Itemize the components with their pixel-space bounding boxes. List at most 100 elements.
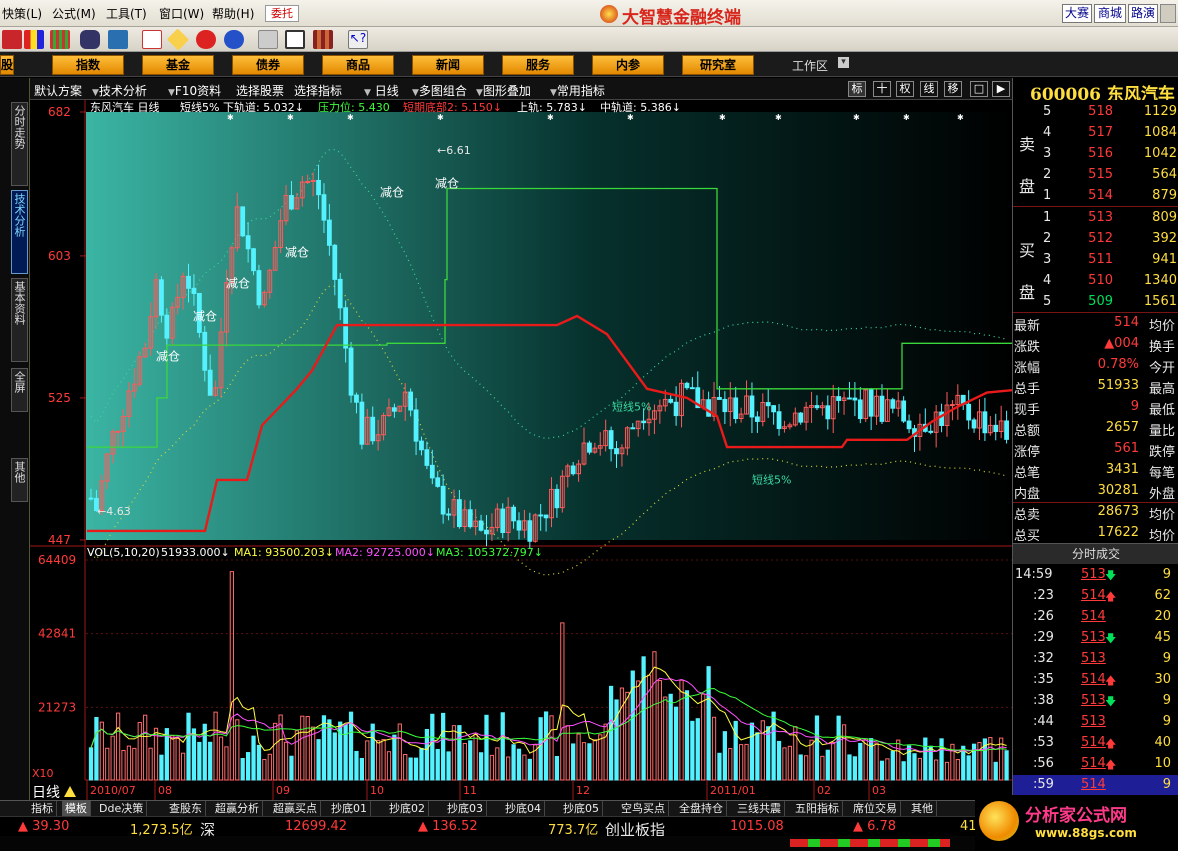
f10-dropdown[interactable]: ▼F10资料 (168, 82, 221, 99)
tick-row[interactable]: :53 514 🡅 40 (1013, 733, 1178, 754)
bottom-tab[interactable]: 全盘持仓 (676, 801, 727, 817)
flag-icon[interactable] (24, 30, 44, 49)
sell-row[interactable]: 4 517 1084 (1013, 123, 1178, 144)
stat-row[interactable]: 涨停 561 跌停 (1013, 439, 1178, 460)
workarea-dropdown-icon[interactable]: ▾ (838, 57, 849, 68)
binoculars-icon[interactable] (80, 30, 100, 49)
tick-row[interactable]: :26 514 20 (1013, 607, 1178, 628)
bottom-tab[interactable]: 抄底03 (444, 801, 487, 817)
bottom-tab[interactable]: 五阳指标 (792, 801, 843, 817)
line-button[interactable]: 线 (920, 81, 938, 97)
stat-row[interactable]: 总额 2657 量比 (1013, 418, 1178, 439)
chart-area[interactable]: 682603525447 644094284121273 减仓减仓减仓减仓减仓减… (30, 100, 1012, 800)
bottom-tab[interactable]: 查股东 (166, 801, 206, 817)
help-pointer-icon[interactable]: ↖? (348, 30, 368, 49)
tab-fundamental[interactable]: 基本资料 (11, 278, 28, 362)
bars-icon[interactable] (50, 30, 70, 49)
news-icon[interactable] (142, 30, 162, 49)
tick-row[interactable]: :32 513 9 (1013, 649, 1178, 670)
bottom-tab[interactable]: 抄底05 (560, 801, 603, 817)
nav-insider[interactable]: 内参 (592, 55, 664, 75)
stat-row[interactable]: 涨幅 0.78% 今开 (1013, 355, 1178, 376)
broadcast-icon[interactable] (108, 30, 128, 49)
sell-row[interactable]: 3 516 1042 (1013, 144, 1178, 165)
stat-row[interactable]: 总笔 3431 每笔 (1013, 460, 1178, 481)
bottom-tab[interactable]: Dde决策 (96, 801, 148, 817)
scheme-dropdown[interactable]: 默认方案 (34, 82, 82, 99)
stat-row[interactable]: 涨跌 ▲004 换手 (1013, 334, 1178, 355)
diamond-icon[interactable] (166, 28, 190, 51)
bottom-tab[interactable]: 超赢分析 (212, 801, 263, 817)
overlay-dropdown[interactable]: ▼图形叠加 (476, 82, 531, 99)
tick-row[interactable]: :59 514 9 (1013, 775, 1178, 796)
buy-row[interactable]: 1 513 809 (1013, 208, 1178, 229)
buy-row[interactable]: 2 512 392 (1013, 229, 1178, 250)
books-icon[interactable] (313, 30, 333, 49)
stat-row[interactable]: 总买 17622 均价 (1013, 523, 1178, 544)
sell-row[interactable]: 1 514 879 (1013, 186, 1178, 207)
menu-formula[interactable]: 公式(M) (52, 5, 96, 22)
technical-dropdown[interactable]: ▼技术分析 (92, 82, 147, 99)
bottom-tab[interactable]: 模板 (62, 801, 91, 817)
clipboard-icon[interactable] (258, 30, 278, 49)
tab-technical[interactable]: 技术分析 (11, 190, 28, 274)
bottom-tab[interactable]: 三线共震 (734, 801, 785, 817)
stat-row[interactable]: 总卖 28673 均价 (1013, 502, 1178, 523)
nav-service[interactable]: 服务 (502, 55, 574, 75)
common-indicator-dropdown[interactable]: ▼常用指标 (550, 82, 605, 99)
window-control-icon[interactable] (1160, 4, 1176, 23)
menu-strategy[interactable]: 快策(L) (2, 5, 42, 22)
ticks-header[interactable]: 分时成交 (1013, 543, 1178, 564)
buy-row[interactable]: 5 509 1561 (1013, 292, 1178, 313)
bottom-tab[interactable]: 抄底01 (328, 801, 371, 817)
roadshow-button[interactable]: 路演 (1128, 4, 1158, 23)
menu-help[interactable]: 帮助(H) (212, 5, 254, 22)
tab-fullscreen[interactable]: 全屏 (11, 368, 28, 412)
stat-row[interactable]: 最新 514 均价 (1013, 313, 1178, 334)
bottom-tab[interactable]: 空鸟买点 (618, 801, 669, 817)
menu-window[interactable]: 窗口(W) (159, 5, 204, 22)
bottom-tab[interactable]: 席位交易 (850, 801, 901, 817)
multi-chart-dropdown[interactable]: ▼多图组合 (412, 82, 467, 99)
red-ball-icon[interactable] (196, 30, 216, 49)
stat-row[interactable]: 现手 9 最低 (1013, 397, 1178, 418)
nav-bond[interactable]: 债券 (232, 55, 304, 75)
tick-row[interactable]: :29 513 🡇 45 (1013, 628, 1178, 649)
buy-row[interactable]: 4 510 1340 (1013, 271, 1178, 292)
contest-button[interactable]: 大赛 (1062, 4, 1092, 23)
workarea-label[interactable]: 工作区 (792, 57, 828, 74)
sell-row[interactable]: 5 518 1129 (1013, 102, 1178, 123)
crosshair-icon[interactable]: 十 (873, 81, 891, 97)
menu-tools[interactable]: 工具(T) (106, 5, 147, 22)
bottom-tab[interactable]: 抄底02 (386, 801, 429, 817)
select-indicator-button[interactable]: 选择指标 (294, 82, 342, 99)
period-dropdown[interactable]: ▼ 日线 (364, 82, 399, 99)
tick-row[interactable]: :56 514 🡅 10 (1013, 754, 1178, 775)
bottom-tab[interactable]: 其他 (908, 801, 937, 817)
maximize-icon[interactable]: □ (970, 81, 988, 97)
window-icon[interactable] (285, 30, 305, 49)
bottom-tab[interactable]: 抄底04 (502, 801, 545, 817)
mall-button[interactable]: 商城 (1094, 4, 1126, 23)
tab-other[interactable]: 其他 (11, 458, 28, 502)
tab-intraday[interactable]: 分时走势 (11, 102, 28, 186)
entrust-button[interactable]: 委托 (265, 5, 299, 22)
tick-row[interactable]: 14:59 513 🡇 9 (1013, 565, 1178, 586)
bottom-tab[interactable]: 指标 (28, 801, 57, 817)
stat-row[interactable]: 总手 51933 最高 (1013, 376, 1178, 397)
power-icon[interactable] (2, 30, 22, 49)
rights-button[interactable]: 权 (896, 81, 914, 97)
sell-row[interactable]: 2 515 564 (1013, 165, 1178, 186)
tick-row[interactable]: :44 513 9 (1013, 712, 1178, 733)
blue-ball-icon[interactable] (224, 30, 244, 49)
tick-row[interactable]: :35 514 🡅 30 (1013, 670, 1178, 691)
next-icon[interactable]: ▶ (992, 81, 1010, 97)
select-stock-button[interactable]: 选择股票 (236, 82, 284, 99)
nav-index[interactable]: 指数 (52, 55, 124, 75)
nav-stock[interactable]: 股 (0, 55, 14, 75)
move-button[interactable]: 移 (944, 81, 962, 97)
nav-research[interactable]: 研究室 (682, 55, 754, 75)
nav-commodity[interactable]: 商品 (322, 55, 394, 75)
bottom-tab[interactable]: 超赢买点 (270, 801, 321, 817)
nav-fund[interactable]: 基金 (142, 55, 214, 75)
